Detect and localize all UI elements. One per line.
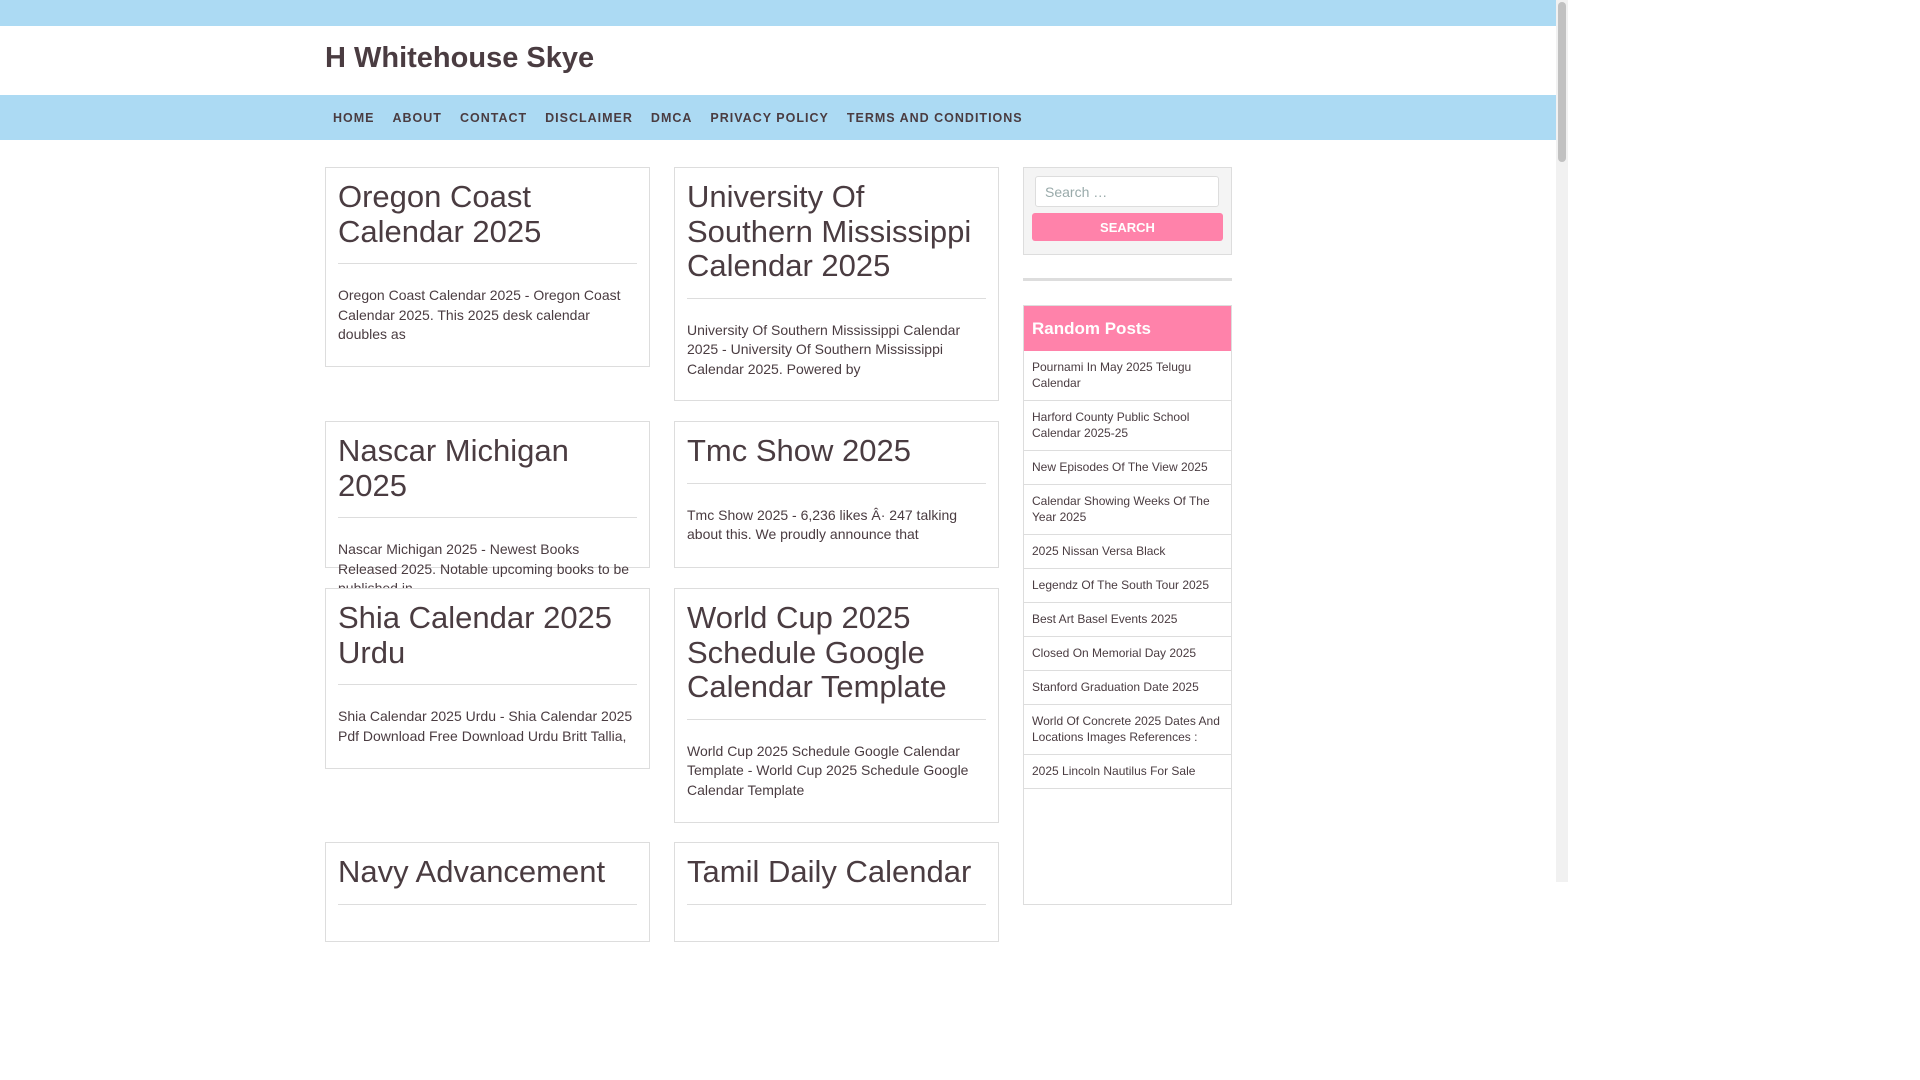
post-card: University Of Southern Mississippi Calen… — [674, 167, 999, 401]
post-title[interactable]: Nascar Michigan 2025 — [338, 433, 637, 518]
random-post-link[interactable]: Calendar Showing Weeks Of The Year 2025 — [1024, 485, 1231, 535]
post-title[interactable]: Tmc Show 2025 — [687, 433, 986, 484]
random-post-link[interactable]: Best Art Basel Events 2025 — [1024, 603, 1231, 637]
post-card: Shia Calendar 2025 Urdu Shia Calendar 202… — [325, 588, 650, 769]
main-nav: Home About Contact Disclaimer DMCA Priva… — [0, 95, 1556, 140]
page-scrollbar[interactable] — [1556, 0, 1568, 882]
post-card: Nascar Michigan 2025 Nascar Michigan 2025… — [325, 421, 650, 596]
nav-disclaimer[interactable]: Disclaimer — [545, 111, 633, 125]
random-post-link[interactable]: Stanford Graduation Date 2025 — [1024, 671, 1231, 705]
sidebar-divider — [1023, 278, 1232, 281]
post-title[interactable]: World Cup 2025 Schedule Google Calendar … — [687, 600, 986, 720]
site-title[interactable]: H Whitehouse Skye — [325, 42, 594, 75]
post-title[interactable]: Navy Advancement — [338, 854, 637, 905]
random-post-link[interactable]: 2025 Nissan Versa Black — [1024, 535, 1231, 569]
post-excerpt: Tmc Show 2025 - 6,236 likes Â· 247 talki… — [687, 506, 958, 543]
nav-privacy-policy[interactable]: Privacy Policy — [710, 111, 828, 125]
random-post-link[interactable]: Closed On Memorial Day 2025 — [1024, 637, 1231, 671]
post-excerpt: World Cup 2025 Schedule Google Calendar … — [687, 742, 969, 798]
nav-contact[interactable]: Contact — [460, 111, 527, 125]
post-card: Tmc Show 2025 Tmc Show 2025 - 6,236 likes… — [674, 421, 999, 568]
scrollbar-thumb[interactable] — [1558, 2, 1566, 162]
nav-terms[interactable]: Terms and Conditions — [847, 111, 1023, 125]
post-title[interactable]: Shia Calendar 2025 Urdu — [338, 600, 637, 685]
post-card: World Cup 2025 Schedule Google Calendar … — [674, 588, 999, 823]
nav-about[interactable]: About — [393, 111, 442, 125]
search-input[interactable] — [1035, 176, 1219, 207]
post-title[interactable]: Tamil Daily Calendar — [687, 854, 986, 905]
random-posts-widget: Random Posts Pournami In May 2025 Telugu… — [1023, 305, 1232, 905]
top-bar — [0, 0, 1556, 26]
random-post-link[interactable]: World Of Concrete 2025 Dates And Locatio… — [1024, 705, 1231, 755]
post-excerpt: University Of Southern Mississippi Calen… — [687, 321, 961, 377]
random-post-link[interactable]: Legendz Of The South Tour 2025 — [1024, 569, 1231, 603]
random-post-link[interactable]: 2025 Lincoln Nautilus For Sale — [1024, 755, 1231, 789]
post-card: Oregon Coast Calendar 2025 Oregon Coast C… — [325, 167, 650, 367]
random-post-link[interactable]: Pournami In May 2025 Telugu Calendar — [1024, 351, 1231, 401]
post-excerpt: Shia Calendar 2025 Urdu - Shia Calendar … — [338, 708, 633, 744]
nav-home[interactable]: Home — [333, 111, 375, 125]
post-card: Navy Advancement — [325, 842, 650, 942]
search-widget: Search — [1023, 167, 1232, 255]
search-button[interactable]: Search — [1032, 213, 1223, 241]
random-post-link[interactable]: Harford County Public School Calendar 20… — [1024, 401, 1231, 451]
post-card: Tamil Daily Calendar — [674, 842, 999, 942]
post-title[interactable]: University Of Southern Mississippi Calen… — [687, 179, 986, 299]
random-post-link[interactable]: New Episodes Of The View 2025 — [1024, 451, 1231, 485]
nav-dmca[interactable]: DMCA — [651, 111, 693, 125]
random-posts-heading: Random Posts — [1024, 306, 1231, 351]
post-excerpt: Oregon Coast Calendar 2025 - Oregon Coas… — [338, 287, 621, 342]
post-title[interactable]: Oregon Coast Calendar 2025 — [338, 179, 637, 264]
